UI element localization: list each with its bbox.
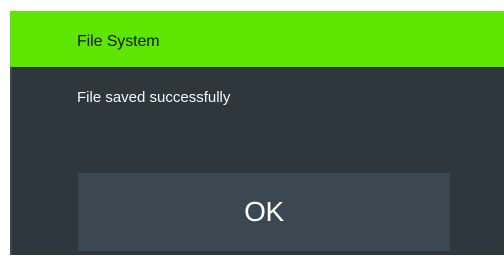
file-system-dialog: File System File saved successfully OK (10, 11, 504, 255)
ok-button[interactable]: OK (78, 173, 450, 251)
dialog-title: File System (77, 33, 160, 50)
dialog-message: File saved successfully (77, 89, 231, 106)
dialog-titlebar: File System (10, 11, 504, 67)
dialog-left-edge (10, 67, 12, 255)
ok-button-label: OK (244, 196, 284, 227)
